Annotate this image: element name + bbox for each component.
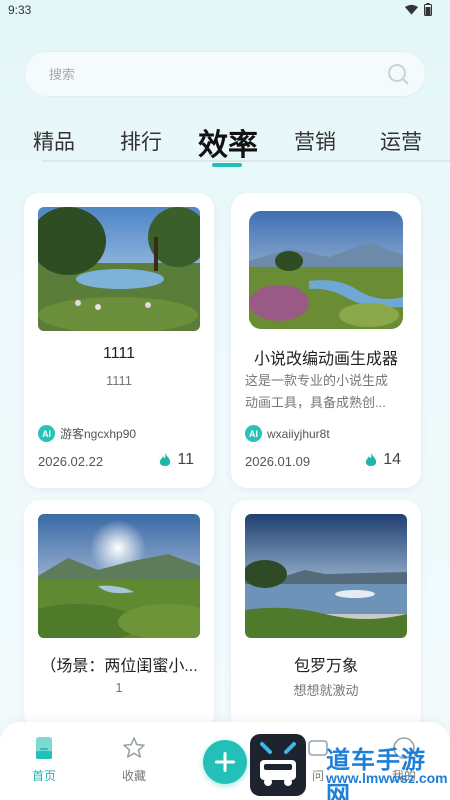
card-date: 2026.01.09 (245, 454, 311, 469)
plus-icon (215, 752, 235, 772)
app-card[interactable]: 小说改编动画生成器 这是一款专业的小说生成 动画工具，具备成熟创... AI w… (231, 193, 421, 488)
nav-home-label: 首页 (31, 769, 56, 783)
battery-icon (424, 3, 432, 16)
card-description: 想想就激动 (293, 683, 359, 698)
card-thumbnail (38, 514, 200, 638)
app-card[interactable]: 包罗万象 想想就激动 (231, 500, 421, 730)
card-description: 1111 (105, 373, 133, 388)
card-likes: 11 (159, 451, 194, 469)
tab-yingxiao[interactable]: 营销 (294, 126, 336, 156)
card-date: 2026.02.22 (38, 454, 104, 469)
description-line: 动画工具，具备成熟创... (245, 395, 386, 410)
search-input[interactable] (49, 64, 349, 84)
tab-yunying[interactable]: 运营 (380, 126, 422, 156)
flame-icon (366, 452, 377, 466)
description-line: 这是一款专业的小说生成 (245, 373, 389, 388)
app-card[interactable]: 1111 1111 AI 游客ngcxhp90 2026.02.22 11 (24, 193, 214, 488)
card-thumbnail (245, 514, 407, 638)
nav-home[interactable]: 首页 (14, 736, 74, 784)
watermark-url: www.lmwwsz.com (326, 770, 448, 786)
nav-favorites-label: 收藏 (121, 769, 146, 783)
card-likes: 14 (365, 451, 401, 469)
tab-divider (42, 160, 450, 162)
tab-xiaolv[interactable]: 效率 (198, 120, 258, 164)
home-icon (36, 737, 52, 759)
card-title: （场景：两位闺蜜小... (40, 658, 198, 675)
card-title: 1111 (102, 345, 136, 362)
watermark-logo (250, 734, 306, 796)
like-count: 11 (177, 451, 194, 468)
status-time: 9:33 (8, 3, 32, 17)
card-description: 这是一款专业的小说生成 动画工具，具备成熟创... (245, 370, 407, 414)
tab-jingpin[interactable]: 精品 (33, 126, 75, 156)
author-name: 游客ngcxhp90 (60, 427, 137, 441)
app-card[interactable]: （场景：两位闺蜜小... 1 (24, 500, 214, 730)
active-tab-indicator (212, 163, 242, 167)
card-title: 小说改编动画生成器 (253, 351, 398, 368)
card-author: AI wxaiiyjhur8t (245, 425, 330, 442)
card-thumbnail (249, 211, 403, 329)
author-name: wxaiiyjhur8t (267, 426, 330, 441)
star-icon (123, 737, 145, 758)
card-thumbnail (38, 207, 200, 331)
wifi-icon (405, 4, 418, 15)
card-title: 包罗万象 (293, 658, 358, 675)
status-icons (405, 3, 432, 16)
flame-icon (160, 452, 171, 466)
tab-paihang[interactable]: 排行 (120, 126, 162, 156)
card-author: AI 游客ngcxhp90 (38, 425, 136, 442)
search-icon[interactable] (387, 63, 409, 85)
card-description: 1 (115, 680, 123, 695)
nav-favorites[interactable]: 收藏 (104, 736, 164, 784)
add-button[interactable] (203, 740, 247, 784)
search-bar (25, 52, 425, 96)
ai-badge-icon: AI (245, 425, 262, 442)
watermark: 道车手游网 www.lmwwsz.com (250, 734, 450, 800)
like-count: 14 (383, 451, 401, 468)
status-bar: 9:33 (0, 0, 450, 22)
ai-badge-icon: AI (38, 425, 55, 442)
